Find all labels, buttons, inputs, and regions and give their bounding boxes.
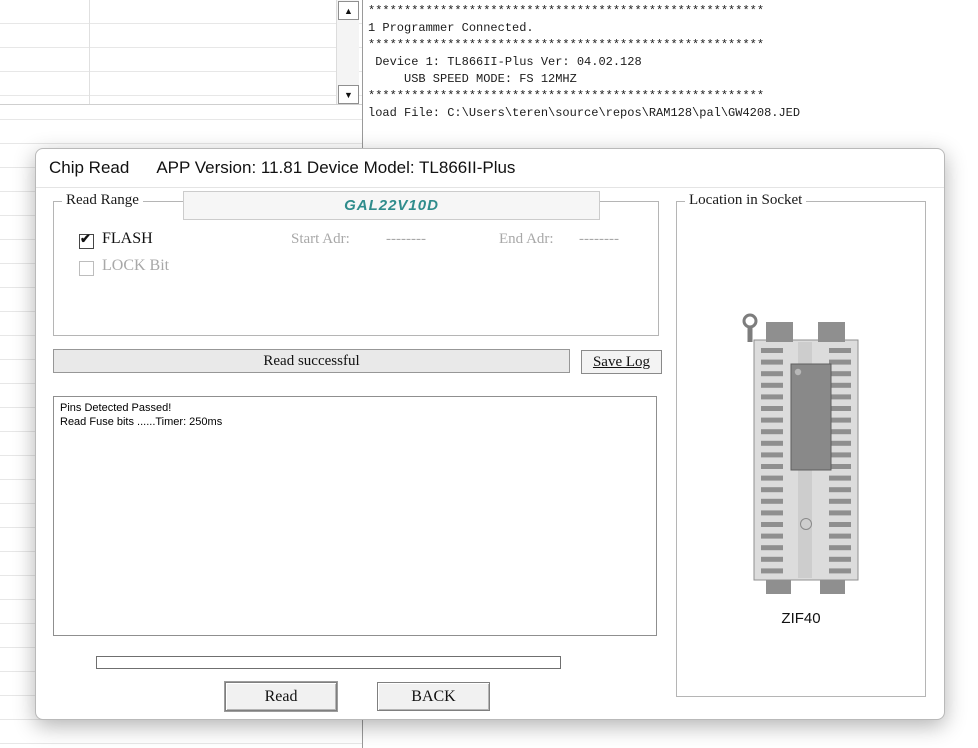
- flash-checkbox[interactable]: ✔: [79, 234, 94, 249]
- lock-bit-checkbox[interactable]: [79, 261, 94, 276]
- column-divider: [89, 0, 90, 104]
- read-button-label: Read: [265, 688, 298, 706]
- dialog-subtitle: APP Version: 11.81 Device Model: TL866II…: [156, 158, 515, 178]
- console-line: ****************************************…: [368, 37, 978, 54]
- read-range-legend: Read Range: [62, 192, 143, 209]
- dialog-title-row: Chip Read APP Version: 11.81 Device Mode…: [49, 149, 515, 187]
- back-button[interactable]: BACK: [377, 682, 490, 711]
- save-log-label: Save Log: [593, 354, 650, 371]
- end-adr-label: End Adr:: [499, 231, 554, 248]
- location-in-socket-group: Location in Socket ZIF40: [676, 201, 926, 697]
- vertical-scrollbar[interactable]: ▲ ▼: [336, 0, 359, 104]
- zif-socket-graphic: [741, 310, 861, 594]
- dialog-title: Chip Read: [49, 158, 129, 178]
- save-log-button[interactable]: Save Log: [581, 350, 662, 374]
- console-line: 1 Programmer Connected.: [368, 20, 978, 37]
- chip-name-tab: GAL22V10D: [183, 191, 600, 220]
- start-adr-value: --------: [386, 231, 426, 248]
- inserted-chip: [791, 364, 831, 470]
- up-arrow-icon: ▲: [344, 6, 353, 16]
- log-output-area[interactable]: Pins Detected Passed! Read Fuse bits ...…: [53, 396, 657, 636]
- title-separator: [36, 187, 944, 188]
- start-adr-label: Start Adr:: [291, 231, 350, 248]
- status-bar: Read successful: [53, 349, 570, 373]
- pane-bottom-edge: [0, 104, 362, 105]
- end-adr-value: --------: [579, 231, 619, 248]
- chip-read-dialog: Chip Read APP Version: 11.81 Device Mode…: [35, 148, 945, 720]
- console-line: ****************************************…: [368, 3, 978, 20]
- scroll-up-button[interactable]: ▲: [338, 1, 359, 20]
- read-range-group: Read Range ✔ FLASH LOCK Bit Start Adr: -…: [53, 201, 659, 336]
- console-line: USB SPEED MODE: FS 12MHZ: [368, 71, 978, 88]
- lock-bit-checkbox-label: LOCK Bit: [102, 257, 169, 275]
- chip-name-label: GAL22V10D: [344, 197, 439, 214]
- console-line: Device 1: TL866II-Plus Ver: 04.02.128: [368, 54, 978, 71]
- socket-type-label: ZIF40: [677, 610, 925, 627]
- socket-lever-icon: [744, 315, 756, 327]
- chip-pin1-dot: [795, 369, 801, 375]
- flash-checkbox-label: FLASH: [102, 230, 153, 248]
- checkmark-icon: ✔: [80, 231, 91, 247]
- scroll-down-button[interactable]: ▼: [338, 85, 359, 104]
- location-in-socket-legend: Location in Socket: [685, 192, 806, 209]
- status-message: Read successful: [263, 353, 359, 370]
- read-button[interactable]: Read: [225, 682, 337, 711]
- progress-bar: [96, 656, 561, 669]
- back-button-label: BACK: [411, 688, 455, 706]
- console-line: load File: C:\Users\teren\source\repos\R…: [368, 105, 978, 122]
- console-line: ****************************************…: [368, 88, 978, 105]
- down-arrow-icon: ▼: [344, 90, 353, 100]
